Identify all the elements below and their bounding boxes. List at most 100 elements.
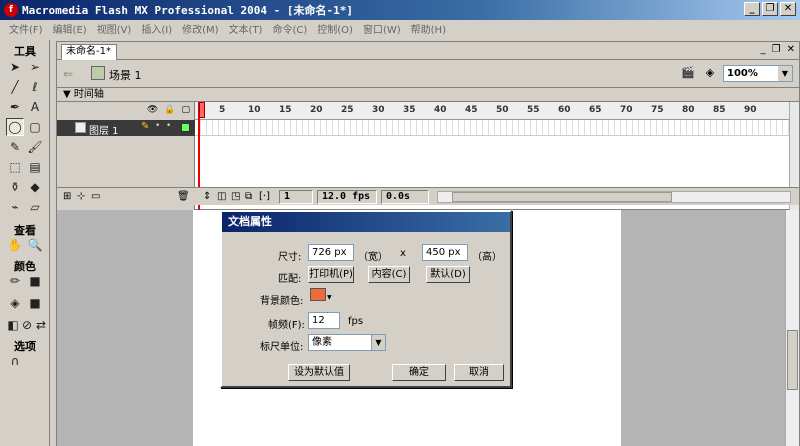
- title-bar: f Macromedia Flash MX Professional 2004 …: [0, 0, 800, 20]
- fill-color-icon[interactable]: ◈: [6, 294, 24, 312]
- subselect-tool-icon[interactable]: ➢: [26, 58, 44, 76]
- scene-icon: [91, 66, 105, 80]
- bg-color-swatch[interactable]: [310, 288, 326, 301]
- match-label: 匹配:: [278, 274, 302, 285]
- back-arrow-icon[interactable]: ⇐: [63, 67, 73, 81]
- timeline-header[interactable]: ▼ 时间轴: [57, 88, 799, 102]
- tick-label: 35: [403, 105, 416, 115]
- edit-multiple-frames-icon[interactable]: ⧉: [245, 191, 252, 202]
- doc-minimize-icon[interactable]: _: [761, 44, 766, 55]
- ink-bottle-tool-icon[interactable]: ⚱: [6, 178, 24, 196]
- edit-scene-icon[interactable]: 🎬: [679, 65, 697, 81]
- height-suffix: （高）: [472, 252, 502, 263]
- menu-help[interactable]: 帮助(H): [406, 21, 451, 36]
- ok-button[interactable]: 确定: [392, 364, 446, 381]
- menu-edit[interactable]: 编辑(E): [48, 21, 92, 36]
- free-transform-tool-icon[interactable]: ⬚: [6, 158, 24, 176]
- tick-label: 70: [620, 105, 633, 115]
- match-contents-button[interactable]: 内容(C): [368, 266, 410, 283]
- brush-tool-icon[interactable]: 🖌: [26, 138, 44, 156]
- center-frame-icon[interactable]: ⇕: [203, 191, 211, 202]
- arrow-tool-icon[interactable]: ➤: [6, 58, 24, 76]
- chevron-down-icon[interactable]: ▼: [778, 66, 792, 81]
- outline-color-box[interactable]: [181, 123, 190, 132]
- lock-icon[interactable]: 🔒: [164, 105, 175, 115]
- tick-label: 20: [310, 105, 323, 115]
- match-default-button[interactable]: 默认(D): [426, 266, 470, 283]
- document-tab[interactable]: 未命名-1*: [61, 44, 117, 60]
- edit-symbols-icon[interactable]: ◈: [701, 65, 719, 81]
- chevron-down-icon[interactable]: ▼: [371, 335, 385, 350]
- tick-label: 15: [279, 105, 292, 115]
- menu-text[interactable]: 文本(T): [224, 21, 268, 36]
- layer-toggle-dots[interactable]: • •: [155, 121, 171, 131]
- scrollbar-thumb[interactable]: [452, 192, 672, 202]
- window-title: Macromedia Flash MX Professional 2004 - …: [22, 4, 354, 17]
- collapse-arrow-icon[interactable]: ▼: [63, 89, 71, 100]
- text-tool-icon[interactable]: A: [26, 98, 44, 116]
- stage-vertical-scrollbar[interactable]: [785, 210, 799, 446]
- eye-icon[interactable]: 👁: [147, 105, 158, 115]
- outline-icon[interactable]: ▢: [181, 105, 190, 115]
- close-button[interactable]: ✕: [780, 2, 796, 16]
- menu-control[interactable]: 控制(O): [312, 21, 358, 36]
- match-printer-button[interactable]: 打印机(P): [308, 266, 354, 283]
- color-dropdown-icon[interactable]: ▼: [327, 294, 332, 301]
- pencil-tool-icon[interactable]: ✎: [6, 138, 24, 156]
- zoom-select[interactable]: 100% ▼: [723, 65, 793, 82]
- rectangle-tool-icon[interactable]: ▢: [26, 118, 44, 136]
- lasso-tool-icon[interactable]: ℓ: [26, 78, 44, 96]
- oval-tool-icon[interactable]: ◯: [6, 118, 24, 136]
- insert-layer-icon[interactable]: ⊞: [63, 191, 71, 202]
- width-input[interactable]: 726 px: [308, 244, 354, 261]
- eyedropper-tool-icon[interactable]: ⌁: [6, 198, 24, 216]
- cancel-button[interactable]: 取消: [454, 364, 504, 381]
- menu-modify[interactable]: 修改(M): [177, 21, 223, 36]
- snap-magnet-icon[interactable]: ∩: [6, 352, 24, 370]
- fill-swatch-icon[interactable]: ■: [26, 294, 44, 312]
- minimize-button[interactable]: _: [744, 2, 760, 16]
- zoom-tool-icon[interactable]: 🔍: [26, 236, 44, 254]
- insert-folder-icon[interactable]: ▭: [91, 191, 100, 202]
- timeline-horizontal-scrollbar[interactable]: [437, 191, 791, 203]
- ruler-units-label: 标尺单位:: [260, 342, 304, 353]
- maximize-button[interactable]: ❐: [762, 2, 778, 16]
- make-default-button[interactable]: 设为默认值: [288, 364, 350, 381]
- pen-tool-icon[interactable]: ✒: [6, 98, 24, 116]
- modify-markers-icon[interactable]: [·]: [259, 191, 270, 202]
- paint-bucket-tool-icon[interactable]: ◆: [26, 178, 44, 196]
- scrollbar-thumb[interactable]: [787, 330, 798, 390]
- layer-icon: [75, 122, 86, 133]
- window-controls: _ ❐ ✕: [744, 2, 796, 16]
- menu-view[interactable]: 视图(V): [92, 21, 137, 36]
- playhead-handle[interactable]: [199, 102, 205, 118]
- trash-icon[interactable]: 🗑: [177, 191, 190, 202]
- height-input[interactable]: 450 px: [422, 244, 468, 261]
- line-tool-icon[interactable]: ╱: [6, 78, 24, 96]
- fill-transform-tool-icon[interactable]: ▤: [26, 158, 44, 176]
- hand-tool-icon[interactable]: ✋: [6, 236, 24, 254]
- menu-window[interactable]: 窗口(W): [358, 21, 406, 36]
- eraser-tool-icon[interactable]: ▱: [26, 198, 44, 216]
- layer-name: 图层 1: [89, 126, 119, 137]
- bg-color-label: 背景颜色:: [260, 296, 304, 307]
- layer-frame-row[interactable]: [195, 120, 789, 136]
- frame-rate-input[interactable]: 12: [308, 312, 340, 329]
- fps-label: fps: [348, 316, 364, 327]
- stroke-swatch-icon[interactable]: ■: [26, 272, 44, 290]
- layer-row[interactable]: 图层 1 ✎ • •: [57, 120, 195, 137]
- onion-skin-icon[interactable]: ◫: [217, 191, 226, 202]
- onion-outline-icon[interactable]: ◳: [231, 191, 240, 202]
- pencil-icon: ✎: [141, 121, 150, 132]
- options-header: 选项: [14, 340, 36, 353]
- ruler-units-select[interactable]: 像素 ▼: [308, 334, 386, 351]
- menu-commands[interactable]: 命令(C): [267, 21, 312, 36]
- doc-close-icon[interactable]: ✕: [787, 44, 795, 55]
- menu-file[interactable]: 文件(F): [4, 21, 48, 36]
- swap-colors-icon[interactable]: ⇄: [32, 316, 50, 334]
- frame-ruler[interactable]: 1 5 10 15 20 25 30 35 40 45 50 55 60 65 …: [195, 102, 789, 120]
- menu-insert[interactable]: 插入(I): [136, 21, 177, 36]
- stroke-color-icon[interactable]: ✏: [6, 272, 24, 290]
- add-guide-layer-icon[interactable]: ⊹: [77, 191, 85, 202]
- doc-restore-icon[interactable]: ❐: [772, 44, 781, 55]
